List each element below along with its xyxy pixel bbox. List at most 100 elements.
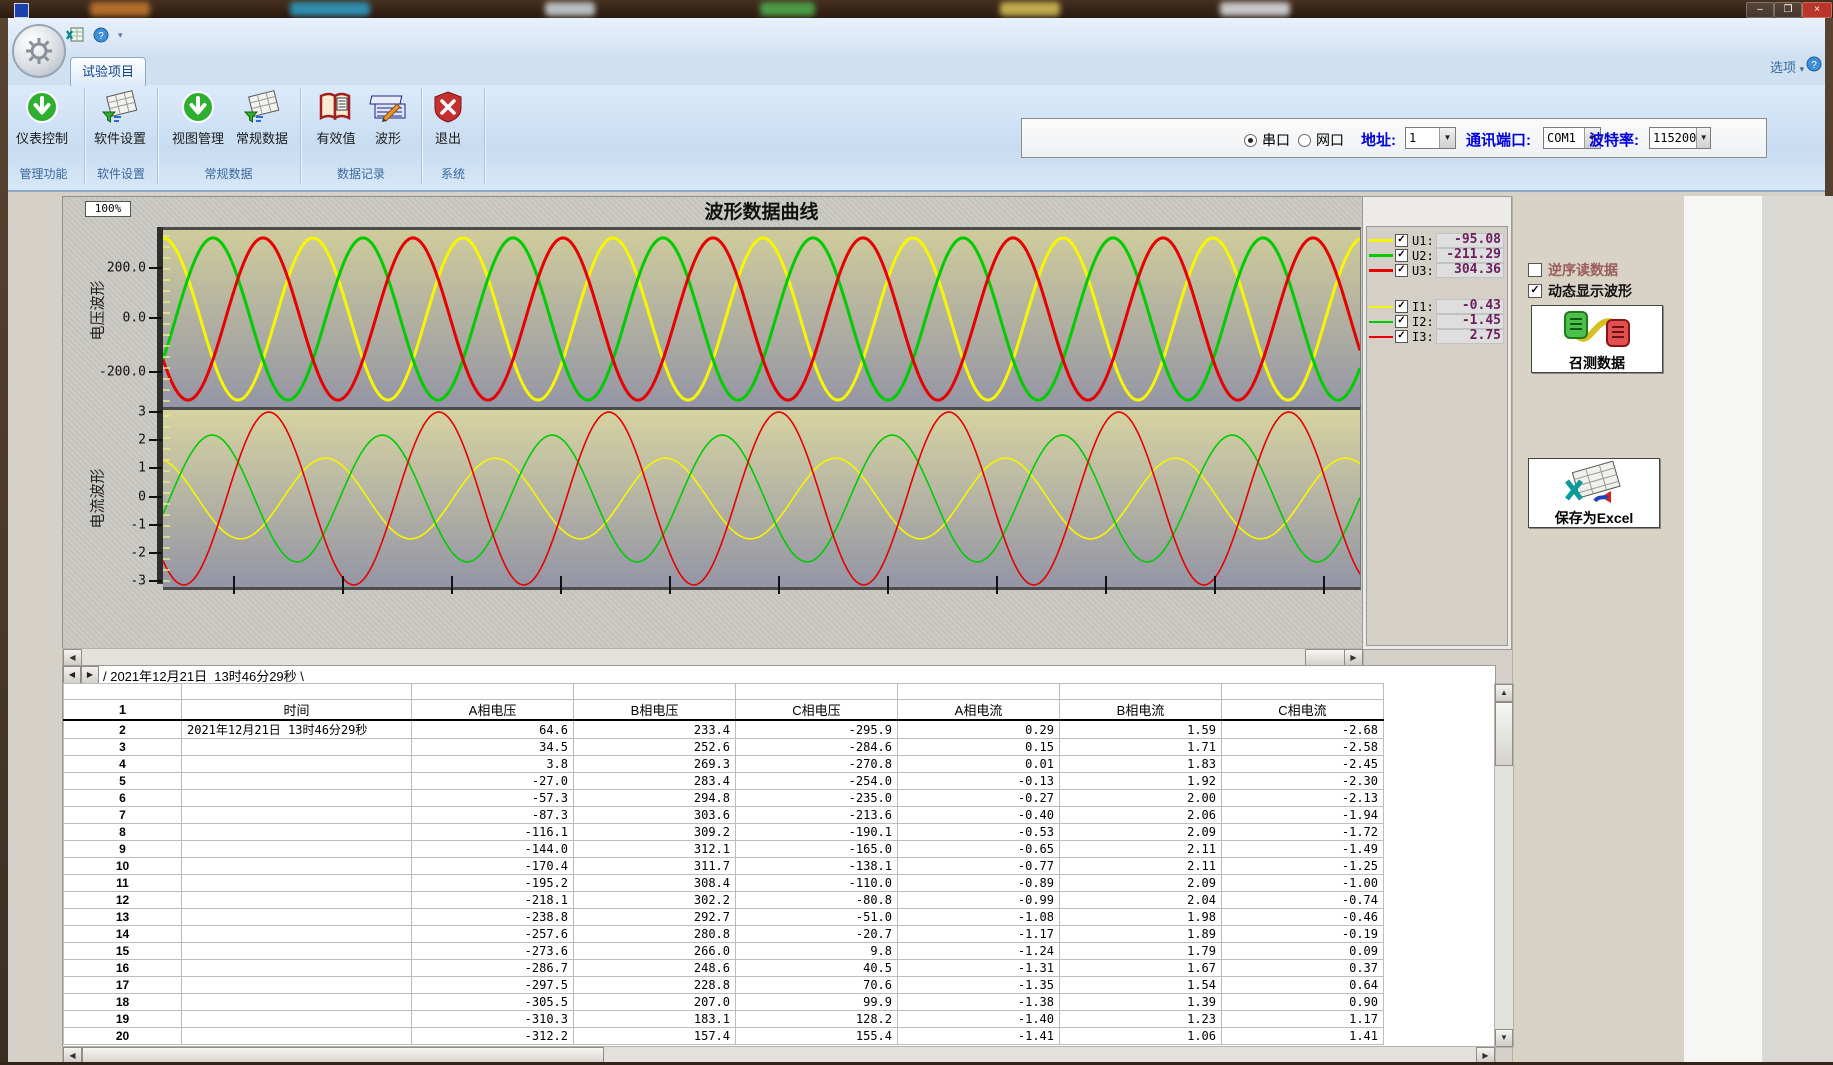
excel-icon[interactable] (66, 27, 84, 43)
table-cell[interactable]: -297.5 (412, 977, 574, 994)
table-cell[interactable]: 19 (64, 1011, 182, 1028)
table-cell[interactable]: 283.4 (574, 773, 736, 790)
table-cell[interactable]: 2.00 (1060, 790, 1222, 807)
table-cell[interactable]: 13 (64, 909, 182, 926)
table-cell[interactable]: 0.01 (898, 756, 1060, 773)
table-cell[interactable]: 292.7 (574, 909, 736, 926)
table-cell[interactable]: -1.08 (898, 909, 1060, 926)
table-cell[interactable]: -257.6 (412, 926, 574, 943)
table-cell[interactable]: -0.46 (1222, 909, 1384, 926)
table-cell[interactable] (182, 790, 412, 807)
table-cell[interactable]: -2.13 (1222, 790, 1384, 807)
table-cell[interactable]: -51.0 (736, 909, 898, 926)
header-cell[interactable]: A相电流 (898, 700, 1060, 721)
table-cell[interactable]: -213.6 (736, 807, 898, 824)
ribbon-help-icon[interactable]: ? (1806, 56, 1822, 72)
table-cell[interactable]: 1.92 (1060, 773, 1222, 790)
table-row[interactable]: 7-87.3303.6-213.6-0.402.06-1.94 (64, 807, 1384, 824)
table-cell[interactable]: -0.77 (898, 858, 1060, 875)
header-cell[interactable]: 时间 (182, 700, 412, 721)
reverse-read-checkbox[interactable]: 逆序读数据 (1528, 260, 1618, 280)
table-cell[interactable]: 4 (64, 756, 182, 773)
table-cell[interactable]: 11 (64, 875, 182, 892)
table-cell[interactable]: 228.8 (574, 977, 736, 994)
help-icon[interactable]: ? (93, 27, 109, 43)
ribbon-button-regular-data[interactable]: 常规数据 (231, 88, 293, 160)
table-cell[interactable]: 0.15 (898, 739, 1060, 756)
legend-checkbox[interactable]: ✓ (1395, 300, 1408, 313)
table-cell[interactable]: 16 (64, 960, 182, 977)
table-header-row[interactable]: 1时间A相电压B相电压C相电压A相电流B相电流C相电流 (64, 700, 1384, 721)
table-cell[interactable]: 269.3 (574, 756, 736, 773)
table-cell[interactable]: 1.83 (1060, 756, 1222, 773)
table-cell[interactable]: 1.23 (1060, 1011, 1222, 1028)
table-cell[interactable]: -27.0 (412, 773, 574, 790)
maximize-button[interactable]: ❐ (1774, 2, 1802, 18)
address-combo[interactable]: 1 ▼ (1405, 127, 1456, 149)
table-cell[interactable]: 8 (64, 824, 182, 841)
table-cell[interactable]: 12 (64, 892, 182, 909)
table-cell[interactable]: 9 (64, 841, 182, 858)
table-cell[interactable]: -0.19 (1222, 926, 1384, 943)
sheet-tab[interactable]: / 2021年12月21日 13时46分29秒 \ (103, 666, 304, 685)
table-cell[interactable]: 5 (64, 773, 182, 790)
table-cell[interactable]: -1.24 (898, 943, 1060, 960)
table-cell[interactable]: 294.8 (574, 790, 736, 807)
minimize-button[interactable]: – (1746, 2, 1774, 18)
table-cell[interactable] (182, 739, 412, 756)
table-cell[interactable] (182, 875, 412, 892)
table-cell[interactable]: 2021年12月21日 13时46分29秒 (182, 720, 412, 739)
table-cell[interactable] (182, 909, 412, 926)
table-row[interactable]: 43.8269.3-270.80.011.83-2.45 (64, 756, 1384, 773)
radio-serial[interactable]: 串口 (1244, 130, 1290, 150)
data-table[interactable]: 1时间A相电压B相电压C相电压A相电流B相电流C相电流22021年12月21日 … (63, 683, 1384, 1045)
qat-customize-caret[interactable]: ▾ (118, 30, 123, 41)
table-cell[interactable]: 207.0 (574, 994, 736, 1011)
header-cell[interactable]: A相电压 (412, 700, 574, 721)
table-cell[interactable]: -0.27 (898, 790, 1060, 807)
table-cell[interactable]: 1.41 (1222, 1028, 1384, 1045)
scroll-up-icon[interactable]: ▲ (1495, 684, 1513, 702)
table-cell[interactable]: -0.74 (1222, 892, 1384, 909)
table-cell[interactable]: 34.5 (412, 739, 574, 756)
table-cell[interactable]: 0.64 (1222, 977, 1384, 994)
table-cell[interactable]: -2.30 (1222, 773, 1384, 790)
checkbox-box[interactable]: ✓ (1528, 284, 1542, 298)
ribbon-button-waveform[interactable]: 波形 (357, 88, 419, 160)
table-cell[interactable]: -138.1 (736, 858, 898, 875)
table-cell[interactable]: 1.67 (1060, 960, 1222, 977)
table-cell[interactable]: -190.1 (736, 824, 898, 841)
table-row[interactable]: 11-195.2308.4-110.0-0.892.09-1.00 (64, 875, 1384, 892)
table-cell[interactable]: -57.3 (412, 790, 574, 807)
table-cell[interactable]: -1.00 (1222, 875, 1384, 892)
legend-checkbox[interactable]: ✓ (1395, 315, 1408, 328)
table-cell[interactable]: -1.31 (898, 960, 1060, 977)
table-cell[interactable]: 2.11 (1060, 841, 1222, 858)
table-cell[interactable]: -1.38 (898, 994, 1060, 1011)
scroll-down-icon[interactable]: ▼ (1495, 1029, 1513, 1047)
header-cell[interactable]: 1 (64, 700, 182, 721)
table-cell[interactable] (182, 926, 412, 943)
table-cell[interactable]: 1.06 (1060, 1028, 1222, 1045)
table-cell[interactable]: 2 (64, 720, 182, 739)
table-cell[interactable]: 3 (64, 739, 182, 756)
table-cell[interactable]: -0.13 (898, 773, 1060, 790)
ribbon-button-view-management[interactable]: 视图管理 (167, 88, 229, 160)
table-cell[interactable] (182, 773, 412, 790)
table-cell[interactable]: -144.0 (412, 841, 574, 858)
table-cell[interactable]: 252.6 (574, 739, 736, 756)
table-cell[interactable]: -170.4 (412, 858, 574, 875)
table-row[interactable]: 16-286.7248.640.5-1.311.670.37 (64, 960, 1384, 977)
header-cell[interactable]: C相电压 (736, 700, 898, 721)
table-cell[interactable]: -235.0 (736, 790, 898, 807)
fetch-data-button[interactable]: 召测数据 (1531, 305, 1663, 373)
ribbon-button-instrument-control[interactable]: 仪表控制 (11, 88, 73, 160)
table-cell[interactable]: 155.4 (736, 1028, 898, 1045)
table-cell[interactable] (182, 960, 412, 977)
table-row[interactable]: 10-170.4311.7-138.1-0.772.11-1.25 (64, 858, 1384, 875)
table-cell[interactable]: 70.6 (736, 977, 898, 994)
table-row[interactable]: 20-312.2157.4155.4-1.411.061.41 (64, 1028, 1384, 1045)
table-cell[interactable]: -1.25 (1222, 858, 1384, 875)
tab-shiyanxiangmu[interactable]: 试验项目 (70, 57, 146, 86)
application-menu-button[interactable] (12, 24, 66, 78)
